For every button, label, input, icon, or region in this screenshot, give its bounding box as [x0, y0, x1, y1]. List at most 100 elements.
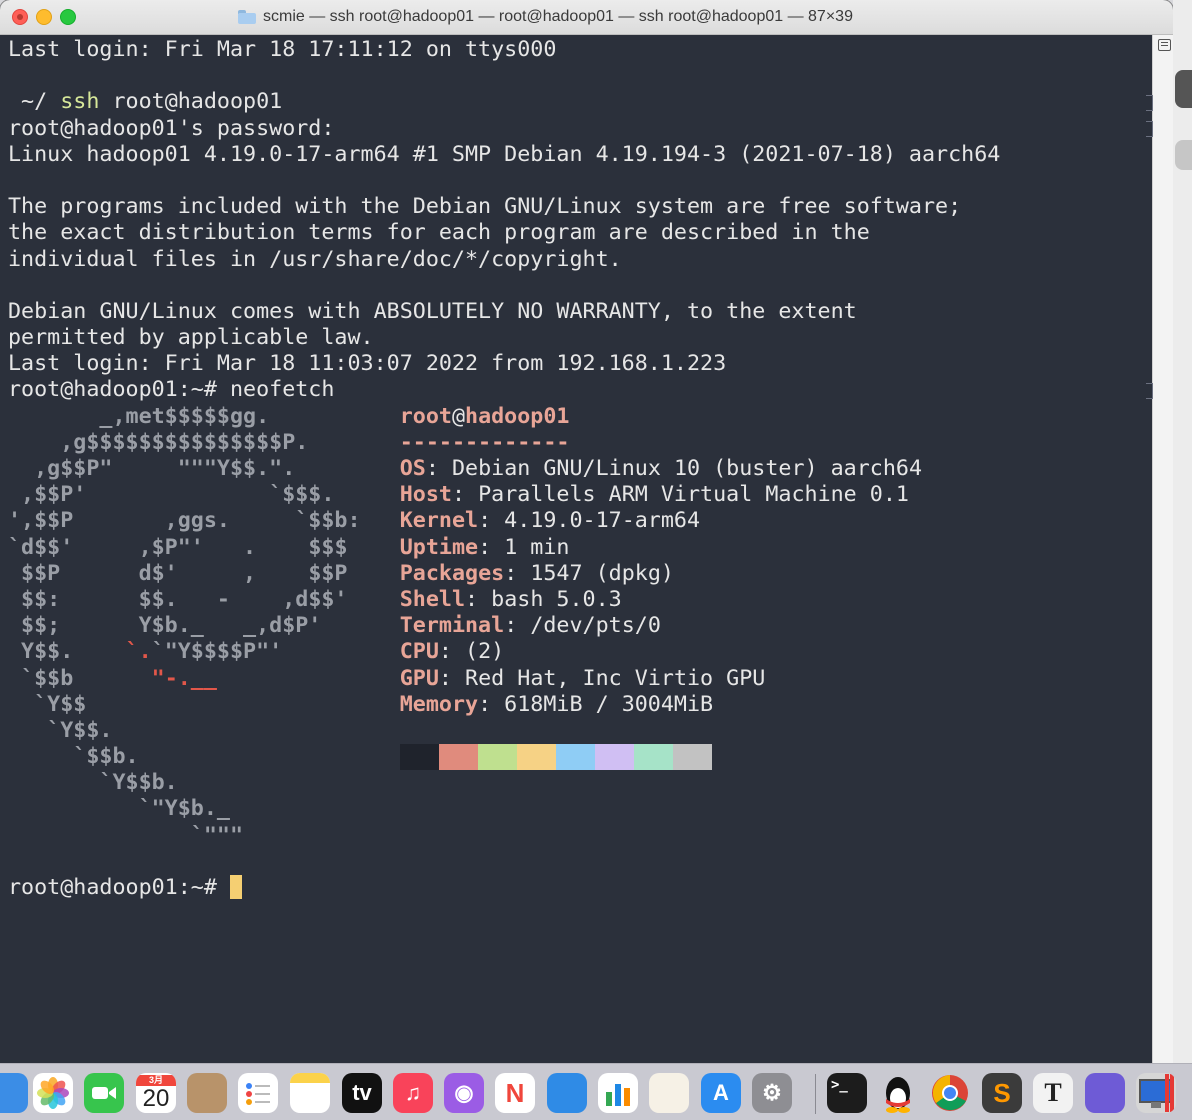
scrollbar[interactable]: [1152, 35, 1173, 1063]
neofetch-line: $$; Y$b._ _,d$P' Terminal: /dev/pts/0: [8, 613, 1000, 639]
background-window-edge: [1173, 0, 1192, 1063]
color-block: [439, 744, 478, 770]
cursor: [229, 875, 242, 899]
terminal-line: root@hadoop01:~# neofetch: [8, 377, 335, 403]
terminal-window[interactable]: scmie — ssh root@hadoop01 — root@hadoop0…: [0, 0, 1173, 1063]
neofetch-host: hadoop01: [465, 403, 570, 429]
mark-bracket: [1146, 121, 1153, 137]
debian-logo-line: `""": [8, 822, 244, 848]
dock-parallels-icon[interactable]: [1136, 1073, 1176, 1113]
debian-logo-line: $$: $$. - ,d$$': [8, 586, 348, 612]
info-value: : Parallels ARM Virtual Machine 0.1: [451, 482, 909, 508]
color-block: [517, 744, 556, 770]
dock-facetime-icon[interactable]: [84, 1073, 124, 1113]
color-block: [673, 744, 712, 770]
debian-logo-line: ',$$P ,ggs. `$$b:: [8, 508, 361, 534]
neofetch-user: root: [399, 403, 452, 429]
neofetch-at: @: [451, 403, 466, 429]
neofetch-line: `""": [8, 823, 1000, 849]
terminal-line: the exact distribution terms for each pr…: [8, 220, 870, 246]
folder-icon: [238, 10, 256, 24]
info-value: : 1547 (dpkg): [504, 560, 674, 586]
terminal-line: root@hadoop01's password:: [8, 115, 335, 141]
debian-logo-line: `Y$$b.: [8, 770, 178, 796]
dock-contacts-icon[interactable]: [187, 1073, 227, 1113]
terminal-line: permitted by applicable law.: [8, 325, 374, 351]
dock-system-preferences-icon[interactable]: ⚙: [752, 1073, 792, 1113]
info-key: Packages: [399, 560, 505, 586]
color-block: [400, 744, 439, 770]
debian-logo-line: `Y$$: [8, 691, 87, 717]
terminal-line: ~/ ssh root@hadoop01: [8, 89, 1000, 115]
terminal-line: Linux hadoop01 4.19.0-17-arm64 #1 SMP De…: [8, 141, 1001, 167]
debian-logo-line: `"Y$b._: [8, 796, 230, 822]
terminal-output: Last login: Fri Mar 18 17:11:12 on ttys0…: [8, 37, 1000, 901]
terminal-line: The programs included with the Debian GN…: [8, 194, 962, 220]
neofetch-line: $$P d$' , $$P Packages: 1547 (dpkg): [8, 561, 1000, 587]
dock-podcasts-icon[interactable]: ◉: [444, 1073, 484, 1113]
info-key: Uptime: [399, 534, 479, 560]
debian-logo-line: $$; Y$b._ _,d$P': [8, 613, 322, 639]
window-title-area: scmie — ssh root@hadoop01 — root@hadoop0…: [238, 0, 853, 34]
debian-logo-line: `$$b.: [8, 744, 139, 770]
close-button[interactable]: [12, 9, 28, 25]
neofetch-line: ,g$$$$$$$$$$$$$$$P. -------------: [8, 430, 1000, 456]
dock-numbers-icon[interactable]: [598, 1073, 638, 1113]
color-block: [556, 744, 595, 770]
debian-logo-line: `Y$$.: [8, 717, 113, 743]
neofetch-line: `$$b "-.__ GPU: Red Hat, Inc Virtio GPU: [8, 666, 1000, 692]
dock-finder-partial-icon[interactable]: [0, 1073, 28, 1113]
zoom-button[interactable]: [60, 9, 76, 25]
dock-apple-tv-icon[interactable]: tv: [342, 1073, 382, 1113]
info-value: : 1 min: [478, 534, 570, 560]
terminal-content[interactable]: Last login: Fri Mar 18 17:11:12 on ttys0…: [0, 35, 1152, 1063]
prompt-path: ~/: [8, 89, 61, 115]
logo-accent: [230, 561, 243, 586]
neofetch-line: `Y$$ Memory: 618MiB / 3004MiB: [8, 692, 1000, 718]
info-key: Terminal: [399, 613, 505, 639]
debian-logo-line: ,g$$P" """Y$$.".: [8, 456, 296, 481]
info-key: Host: [399, 482, 452, 508]
color-block: [595, 744, 634, 770]
neofetch-line: _,met$$$$$gg. root@hadoop01: [8, 404, 1000, 430]
debian-logo-line: `$$b "-.__: [8, 665, 217, 691]
debian-logo-line: ,g$$$$$$$$$$$$$$$P.: [8, 429, 309, 455]
terminal-line: Debian GNU/Linux comes with ABSOLUTELY N…: [8, 298, 857, 324]
dock-typora-icon[interactable]: T: [1033, 1073, 1073, 1113]
debian-logo-line: $$P d$' , $$P: [8, 560, 348, 586]
dock-music-icon[interactable]: ♫: [393, 1073, 433, 1113]
dock-calendar-icon[interactable]: 3月 20: [136, 1073, 176, 1113]
neofetch-separator: -------------: [399, 429, 570, 455]
info-value: : 4.19.0-17-arm64: [478, 508, 701, 534]
dock-notes-icon[interactable]: [290, 1073, 330, 1113]
info-value: : (2): [438, 639, 505, 665]
neofetch-line: ,g$$P" """Y$$.". OS: Debian GNU/Linux 10…: [8, 456, 1000, 482]
minimize-button[interactable]: [36, 9, 52, 25]
marks-menu-icon[interactable]: [1158, 39, 1171, 51]
prompt-args: root@hadoop01: [99, 89, 283, 115]
dock-pages-icon[interactable]: [649, 1073, 689, 1113]
info-key: Shell: [399, 586, 466, 612]
dock-reminders-icon[interactable]: [238, 1073, 278, 1113]
dock-photos-icon[interactable]: [33, 1073, 73, 1113]
dock-news-icon[interactable]: N: [495, 1073, 535, 1113]
dock-cyberduck-icon[interactable]: [1085, 1073, 1125, 1113]
dock-keynote-icon[interactable]: [547, 1073, 587, 1113]
mark-bracket: [1146, 95, 1153, 111]
info-key: Kernel: [399, 508, 479, 534]
title-bar[interactable]: scmie — ssh root@hadoop01 — root@hadoop0…: [0, 0, 1173, 35]
dock-terminal-icon[interactable]: >_: [827, 1073, 867, 1113]
dock-qq-icon[interactable]: [878, 1073, 918, 1113]
dock-chrome-icon[interactable]: [930, 1073, 970, 1113]
info-key: Memory: [399, 691, 479, 717]
color-blocks: [400, 744, 712, 770]
terminal-line: individual files in /usr/share/doc/*/cop…: [8, 246, 622, 272]
color-block: [478, 744, 517, 770]
info-value: : Debian GNU/Linux 10 (buster) aarch64: [425, 456, 923, 481]
dock-app-store-icon[interactable]: A: [701, 1073, 741, 1113]
dock-sublime-text-icon[interactable]: S: [982, 1073, 1022, 1113]
